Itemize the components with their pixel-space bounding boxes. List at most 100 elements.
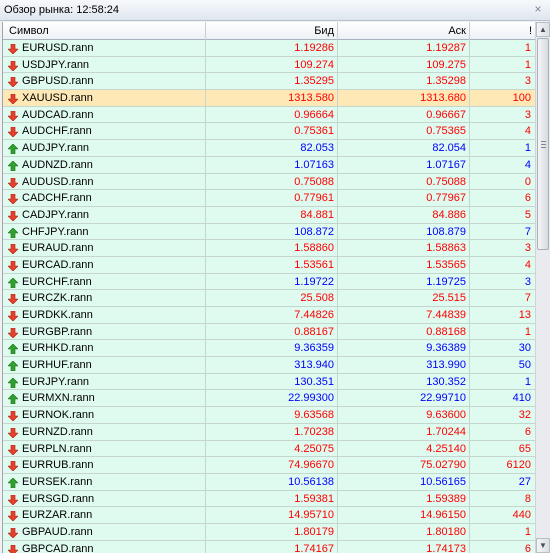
symbol-cell[interactable]: EURUSD.rann bbox=[3, 40, 206, 56]
symbol-cell[interactable]: AUDJPY.rann bbox=[3, 140, 206, 156]
scroll-down-button[interactable]: ▼ bbox=[536, 538, 550, 553]
table-row[interactable]: EURNOK.rann 9.63568 9.63600 32 bbox=[3, 407, 535, 424]
table-row[interactable]: AUDUSD.rann 0.75088 0.75088 0 bbox=[3, 173, 535, 191]
table-row[interactable]: EURAUD.rann 1.58860 1.58863 3 bbox=[3, 240, 535, 257]
symbol-cell[interactable]: EURZAR.rann bbox=[3, 507, 206, 523]
scroll-up-button[interactable]: ▲ bbox=[536, 22, 550, 37]
symbol-cell[interactable]: AUDCAD.rann bbox=[3, 106, 206, 123]
symbol-cell[interactable]: EURDKK.rann bbox=[3, 307, 206, 323]
symbol-cell[interactable]: EURCAD.rann bbox=[3, 256, 206, 273]
arrow-up-icon bbox=[7, 393, 19, 405]
symbol-cell[interactable]: EURSGD.rann bbox=[3, 490, 206, 507]
symbol-name: EURDKK.rann bbox=[22, 309, 93, 321]
table-row[interactable]: XAUUSD.rann 1313.580 1313.680 100 bbox=[3, 90, 535, 107]
table-row[interactable]: EURCHF.rann 1.19722 1.19725 3 bbox=[3, 273, 535, 291]
spread-cell: 65 bbox=[518, 442, 531, 455]
symbol-cell[interactable]: USDJPY.rann bbox=[3, 56, 206, 73]
market-watch-table: Символ Бид Аск ! EURUSD.rann 1.19286 1.192… bbox=[2, 22, 535, 553]
table-row[interactable]: AUDNZD.rann 1.07163 1.07167 4 bbox=[3, 156, 535, 174]
table-row[interactable]: EURJPY.rann 130.351 130.352 1 bbox=[3, 373, 535, 391]
table-row[interactable]: EURMXN.rann 22.99300 22.99710 410 bbox=[3, 390, 535, 408]
symbol-cell[interactable]: EURHKD.rann bbox=[3, 340, 206, 357]
symbol-cell[interactable]: GBPAUD.rann bbox=[3, 523, 206, 540]
table-row[interactable]: AUDJPY.rann 82.053 82.054 1 bbox=[3, 140, 535, 157]
table-row[interactable]: AUDCHF.rann 0.75361 0.75365 4 bbox=[3, 123, 535, 141]
bid-cell: 0.75088 bbox=[206, 173, 338, 190]
table-row[interactable]: GBPAUD.rann 1.80179 1.80180 1 bbox=[3, 523, 535, 541]
table-row[interactable]: CHFJPY.rann 108.872 108.879 7 bbox=[3, 223, 535, 241]
symbol-cell[interactable]: EURPLN.rann bbox=[3, 440, 206, 457]
table-row[interactable]: EURHUF.rann 313.940 313.990 50 bbox=[3, 357, 535, 374]
spread-cell: 4 bbox=[524, 125, 531, 138]
header-symbol[interactable]: Символ bbox=[3, 22, 206, 40]
header-bid[interactable]: Бид bbox=[206, 22, 338, 40]
table-row[interactable]: EURHKD.rann 9.36359 9.36389 30 bbox=[3, 340, 535, 358]
table-row[interactable]: EURDKK.rann 7.44826 7.44839 13 bbox=[3, 307, 535, 324]
arrow-down-icon bbox=[7, 410, 19, 422]
table-row[interactable]: EURZAR.rann 14.95710 14.96150 440 bbox=[3, 507, 535, 524]
spread-cell: 4 bbox=[524, 158, 531, 171]
symbol-cell[interactable]: EURRUB.rann bbox=[3, 457, 206, 473]
table-row[interactable]: EURPLN.rann 4.25075 4.25140 65 bbox=[3, 440, 535, 458]
table-row[interactable]: CADJPY.rann 84.881 84.886 5 bbox=[3, 206, 535, 224]
symbol-cell[interactable]: AUDUSD.rann bbox=[3, 173, 206, 190]
bid-cell: 1.74167 bbox=[206, 540, 338, 553]
table-row[interactable]: EURSEK.rann 10.56138 10.56165 27 bbox=[3, 473, 535, 491]
symbol-cell[interactable]: EURNZD.rann bbox=[3, 423, 206, 440]
bid-cell: 0.96664 bbox=[206, 106, 338, 123]
symbol-cell[interactable]: EURCHF.rann bbox=[3, 273, 206, 290]
symbol-cell[interactable]: CHFJPY.rann bbox=[3, 223, 206, 240]
table-row[interactable]: GBPCAD.rann 1.74167 1.74173 6 bbox=[3, 540, 535, 553]
ask-cell: 10.56165 bbox=[338, 473, 470, 490]
table-row[interactable]: AUDCAD.rann 0.96664 0.96667 3 bbox=[3, 106, 535, 124]
table-row[interactable]: EURUSD.rann 1.19286 1.19287 1 bbox=[3, 40, 535, 57]
table-row[interactable]: EURRUB.rann 74.96670 75.02790 6120 bbox=[3, 457, 535, 474]
symbol-cell[interactable]: CADJPY.rann bbox=[3, 206, 206, 223]
symbol-cell[interactable]: EURAUD.rann bbox=[3, 240, 206, 256]
vertical-scrollbar[interactable]: ▲ ▼ bbox=[535, 22, 550, 553]
table-row[interactable]: EURSGD.rann 1.59381 1.59389 8 bbox=[3, 490, 535, 508]
table-row[interactable]: CADCHF.rann 0.77961 0.77967 6 bbox=[3, 190, 535, 207]
spread-cell: 3 bbox=[524, 275, 531, 288]
symbol-cell[interactable]: EURNOK.rann bbox=[3, 407, 206, 423]
arrow-down-icon bbox=[7, 193, 19, 205]
symbol-cell[interactable]: EURJPY.rann bbox=[3, 373, 206, 390]
bid-cell: 108.872 bbox=[206, 223, 338, 240]
symbol-cell[interactable]: GBPCAD.rann bbox=[3, 540, 206, 553]
spread-cell: 1 bbox=[524, 58, 531, 71]
table-row[interactable]: EURCZK.rann 25.508 25.515 7 bbox=[3, 290, 535, 307]
table-row[interactable]: USDJPY.rann 109.274 109.275 1 bbox=[3, 56, 535, 74]
spread-cell: 100 bbox=[512, 92, 531, 105]
ask-cell: 0.75088 bbox=[338, 173, 470, 190]
symbol-cell[interactable]: AUDCHF.rann bbox=[3, 123, 206, 140]
spread-cell: 13 bbox=[518, 309, 531, 321]
symbol-cell[interactable]: EURMXN.rann bbox=[3, 390, 206, 407]
arrow-down-icon bbox=[7, 510, 19, 522]
ask-cell: 1.35298 bbox=[338, 73, 470, 90]
symbol-name: EURAUD.rann bbox=[22, 242, 94, 255]
table-row[interactable]: EURGBP.rann 0.88167 0.88168 1 bbox=[3, 323, 535, 341]
close-icon[interactable]: × bbox=[532, 3, 544, 15]
bid-cell: 4.25075 bbox=[206, 440, 338, 457]
arrow-up-icon bbox=[7, 377, 19, 389]
ask-cell: 0.75365 bbox=[338, 123, 470, 140]
scroll-thumb[interactable] bbox=[537, 38, 549, 250]
table-row[interactable]: EURNZD.rann 1.70238 1.70244 6 bbox=[3, 423, 535, 441]
header-spread[interactable]: ! bbox=[470, 22, 535, 40]
table-row[interactable]: EURCAD.rann 1.53561 1.53565 4 bbox=[3, 256, 535, 274]
symbol-cell[interactable]: GBPUSD.rann bbox=[3, 73, 206, 90]
bid-cell: 1.59381 bbox=[206, 490, 338, 507]
symbol-cell[interactable]: EURHUF.rann bbox=[3, 357, 206, 373]
symbol-cell[interactable]: CADCHF.rann bbox=[3, 190, 206, 206]
symbol-cell[interactable]: EURCZK.rann bbox=[3, 290, 206, 306]
bid-cell: 10.56138 bbox=[206, 473, 338, 490]
symbol-name: EURSEK.rann bbox=[22, 475, 93, 488]
symbol-cell[interactable]: EURGBP.rann bbox=[3, 323, 206, 340]
symbol-cell[interactable]: XAUUSD.rann bbox=[3, 90, 206, 106]
header-ask[interactable]: Аск bbox=[338, 22, 470, 40]
ask-cell: 130.352 bbox=[338, 373, 470, 390]
symbol-cell[interactable]: AUDNZD.rann bbox=[3, 156, 206, 173]
table-row[interactable]: GBPUSD.rann 1.35295 1.35298 3 bbox=[3, 73, 535, 91]
symbol-cell[interactable]: EURSEK.rann bbox=[3, 473, 206, 490]
bid-cell: 1.53561 bbox=[206, 256, 338, 273]
